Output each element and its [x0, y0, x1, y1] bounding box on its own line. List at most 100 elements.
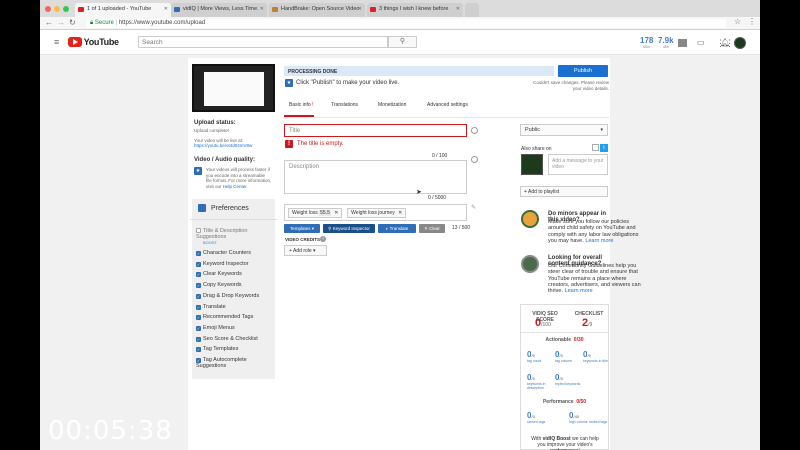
checkbox-checked-icon[interactable]: ✓ [196, 293, 201, 299]
pref-item[interactable]: ✓ Copy Keywords [196, 282, 242, 289]
close-tab-icon[interactable]: ✕ [456, 6, 460, 12]
maximize-window-button[interactable] [63, 6, 69, 12]
video-thumbnail[interactable] [192, 64, 275, 112]
search-button[interactable]: ⚲ [388, 36, 417, 48]
add-role-button[interactable]: + Add role ▾ [284, 245, 327, 256]
checkbox-checked-icon[interactable]: ✓ [196, 304, 201, 310]
checkbox-checked-icon[interactable]: ✓ [196, 261, 201, 267]
metric-denominator: /5 [531, 376, 535, 381]
magnifier-icon: ⚲ [328, 226, 332, 231]
checkbox-checked-icon[interactable]: ✓ [196, 325, 201, 331]
url-field[interactable]: 🔒︎ Secure | https://www.youtube.com/uplo… [86, 19, 726, 28]
tab-basic-info[interactable]: Basic info ! [289, 102, 313, 108]
pref-item[interactable]: ✓ Tag Templates [196, 346, 238, 353]
checkbox[interactable] [196, 228, 201, 233]
notifications-bell-icon[interactable]: 🔔︎ [720, 38, 730, 47]
help-center-link[interactable]: Help Center. [223, 184, 248, 189]
emoji-icon[interactable] [471, 127, 478, 134]
pref-item[interactable]: ✓ Clear Keywords [196, 271, 242, 278]
metric-label: ranked tags [527, 420, 546, 424]
menu-icon[interactable]: ⋮ [748, 17, 756, 26]
tag-chip[interactable]: Weight loss journey ✕ [347, 208, 407, 218]
avatar[interactable] [734, 37, 746, 49]
title-input[interactable]: Title [284, 124, 467, 137]
tags-input[interactable]: Weight loss 55.5 ✕ Weight loss journey ✕ [284, 204, 467, 221]
checklist-denominator: /9 [588, 322, 593, 328]
add-to-playlist-button[interactable]: + Add to playlist [520, 186, 608, 197]
browser-tab[interactable]: vidIQ | More Views, Less Time. ✕ [171, 3, 267, 17]
checkbox-checked-icon[interactable]: ✓ [196, 272, 201, 278]
close-tab-icon[interactable]: ✕ [260, 6, 264, 12]
checkbox-checked-icon[interactable]: ✓ [196, 315, 201, 321]
browser-tab[interactable]: 3 things I wish I knew before ✕ [367, 3, 463, 17]
minimize-window-button[interactable] [54, 6, 60, 12]
back-icon[interactable]: ← [45, 18, 53, 27]
close-tab-icon[interactable]: ✕ [358, 6, 362, 12]
translate-button[interactable]: ◐ Translate [378, 224, 416, 233]
publish-button[interactable]: Publish [558, 65, 608, 77]
vidiq-icon[interactable] [678, 39, 687, 47]
browser-tab[interactable]: 1 of 1 uploaded - YouTube ✕ [75, 3, 171, 17]
tag-drag-icon[interactable]: ✎ [471, 204, 476, 211]
metric-value: 0/5 [527, 350, 553, 359]
vidiq-seo-panel: VIDIQ SEO SCORE 0/100 CHECKLIST 2/9 Acti… [520, 304, 609, 450]
clear-button[interactable]: ✕ Clear [419, 224, 445, 233]
logo-text: YouTube [83, 37, 119, 47]
emoji-icon[interactable] [471, 156, 478, 163]
upload-video-icon[interactable]: ▭ [697, 38, 705, 47]
pref-label: Translate [203, 303, 226, 310]
share-message-input[interactable]: Add a message to your video [548, 154, 608, 175]
pref-item[interactable]: ✓ Keyword Inspector [196, 261, 249, 267]
youtube-logo[interactable]: YouTube [68, 37, 119, 47]
actionable-heading: Actionable 0/30 [521, 337, 608, 343]
stat-label: 60m [643, 45, 651, 49]
guidance-learn-more-link[interactable]: Learn more [565, 288, 593, 294]
pref-label: Clear Keywords [203, 271, 242, 278]
hamburger-menu-icon[interactable]: ≡ [54, 37, 59, 47]
description-input[interactable]: Description [284, 160, 467, 194]
checkbox-checked-icon[interactable]: ✓ [196, 283, 201, 289]
channel-avatar [521, 154, 543, 175]
share-checkbox[interactable] [592, 144, 599, 151]
remove-tag-icon[interactable]: ✕ [398, 210, 402, 216]
pref-title-desc-suggestions[interactable]: Title & Description Suggestions [196, 228, 266, 240]
browser-tab[interactable]: HandBrake: Open Source Video ✕ [269, 3, 365, 17]
close-window-button[interactable] [45, 6, 51, 12]
tag-chip[interactable]: Weight loss 55.5 ✕ [288, 208, 343, 218]
upload-card: Upload status: Upload complete! Your vid… [188, 58, 641, 450]
pref-item[interactable]: ✓ Seo Score & Checklist [196, 336, 258, 342]
forward-icon[interactable]: → [57, 18, 65, 27]
video-link[interactable]: https://youtu.be/ot4d04mV8w [194, 143, 252, 149]
tab-advanced-settings[interactable]: Advanced settings [427, 102, 468, 108]
pref-item[interactable]: ✓ Tag Autocomplete Suggestions [196, 357, 262, 369]
checkbox-checked-icon[interactable]: ✓ [196, 336, 201, 342]
youtube-tab-icon [370, 7, 376, 12]
checkbox-checked-icon[interactable]: ✓ [196, 347, 201, 353]
pref-item[interactable]: ✓ Emoji Menus [196, 325, 235, 331]
templates-button[interactable]: Templates ▾ [284, 224, 320, 233]
close-tab-icon[interactable]: ✕ [164, 6, 168, 12]
help-icon[interactable]: ? [320, 236, 326, 242]
pref-item[interactable]: ✓ Character Counters [196, 250, 251, 256]
metric-denominator: /5 [587, 353, 591, 358]
minors-learn-more-link[interactable]: Learn more [585, 238, 613, 244]
error-marker-icon: ! [312, 102, 314, 108]
keyword-inspector-button[interactable]: ⚲ Keyword Inspector [323, 224, 375, 233]
privacy-select[interactable]: Public ▾ [520, 124, 608, 136]
vidiq-tab-icon [174, 7, 180, 12]
bookmark-star-icon[interactable]: ☆ [734, 17, 741, 26]
pref-item[interactable]: ✓ Drag & Drop Keywords [196, 293, 259, 299]
stat-value: 7.9k [658, 36, 674, 45]
search-input[interactable]: Search [138, 36, 388, 48]
twitter-icon[interactable]: t [600, 144, 608, 152]
remove-tag-icon[interactable]: ✕ [334, 210, 338, 216]
pref-item[interactable]: ✓ Translate [196, 304, 226, 310]
reload-icon[interactable]: ↻ [69, 18, 76, 27]
new-tab-button[interactable] [465, 3, 479, 17]
pref-item[interactable]: ✓ Recommended Tags [196, 314, 253, 321]
tab-monetization[interactable]: Monetization [378, 102, 406, 108]
tab-translations[interactable]: Translations [331, 102, 358, 108]
checkbox-checked-icon[interactable]: ✓ [196, 251, 201, 256]
tag-char-counter: 13 / 500 [452, 225, 471, 231]
metric-denominator: /45 [573, 414, 580, 419]
